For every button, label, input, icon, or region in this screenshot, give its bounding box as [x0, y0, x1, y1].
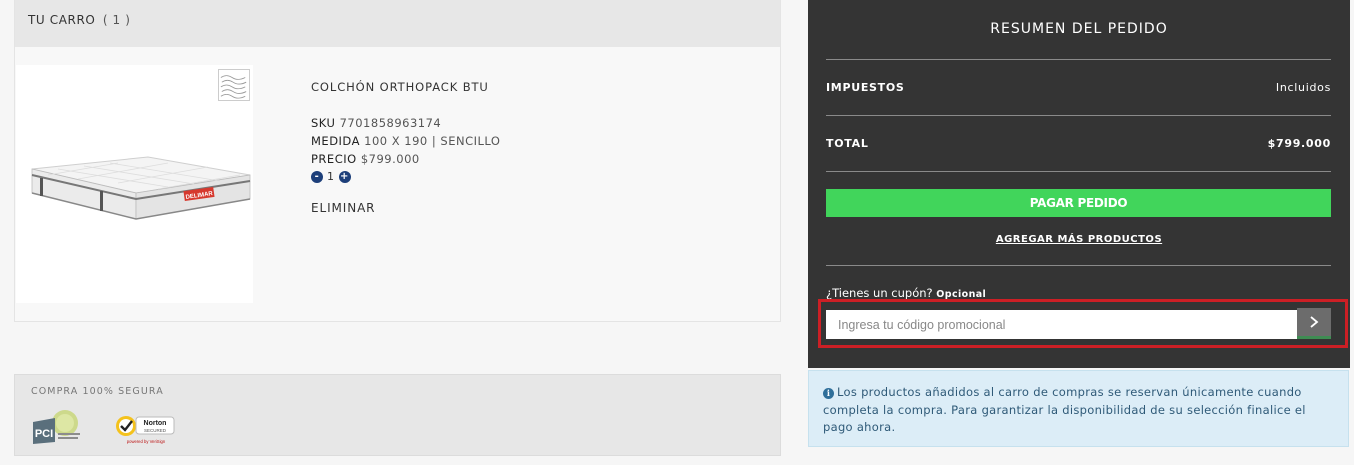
decrease-quantity-button[interactable]: -	[311, 170, 323, 183]
remove-item-link[interactable]: ELIMINAR	[311, 201, 500, 215]
product-image[interactable]: DELIMAR	[16, 65, 253, 303]
order-summary-panel: RESUMEN DEL PEDIDO IMPUESTOS Incluidos T…	[808, 0, 1350, 368]
total-value: $799.000	[1267, 137, 1331, 150]
cart-panel: TU CARRO ( 1 ) DELIMAR COLCHÓN ORTHOPACK…	[14, 0, 781, 322]
add-more-products-link[interactable]: AGREGAR MÁS PRODUCTOS	[808, 234, 1350, 245]
apply-coupon-button[interactable]	[1297, 308, 1331, 339]
divider	[826, 171, 1331, 172]
chevron-right-icon	[1310, 316, 1319, 328]
sku-label: SKU	[311, 116, 336, 130]
increase-quantity-button[interactable]: +	[338, 170, 351, 183]
price-label: PRECIO	[311, 152, 357, 166]
divider	[826, 59, 1331, 60]
product-info: COLCHÓN ORTHOPACK BTU SKU 7701858963174 …	[311, 80, 500, 215]
product-name[interactable]: COLCHÓN ORTHOPACK BTU	[311, 80, 500, 94]
quantity-value: 1	[327, 170, 335, 183]
mattress-image: DELIMAR	[18, 153, 252, 223]
total-row: TOTAL $799.000	[826, 137, 1331, 150]
norton-powered-text: powered by VeriSign	[127, 439, 166, 444]
cart-title: TU CARRO	[28, 13, 96, 27]
mattress-detail-icon	[219, 70, 249, 100]
product-thumbnail[interactable]	[218, 69, 250, 101]
pay-order-button[interactable]: PAGAR PEDIDO	[826, 189, 1331, 217]
norton-text: Norton	[144, 420, 167, 427]
cart-header: TU CARRO ( 1 )	[15, 0, 780, 47]
divider	[826, 265, 1331, 266]
norton-sub-text: SECURED	[144, 428, 167, 433]
order-summary-title: RESUMEN DEL PEDIDO	[990, 21, 1168, 37]
secure-purchase-title: COMPRA 100% SEGURA	[31, 386, 164, 397]
size-value: 100 X 190 | SENCILLO	[364, 134, 501, 148]
product-price: PRECIO $799.000	[311, 150, 500, 168]
divider	[826, 115, 1331, 116]
taxes-label: IMPUESTOS	[826, 81, 905, 94]
price-value: $799.000	[360, 152, 420, 166]
norton-secured-logo-icon: Norton SECURED powered by VeriSign	[115, 412, 177, 446]
size-label: MEDIDA	[311, 134, 360, 148]
coupon-code-input[interactable]	[826, 310, 1297, 339]
sku-value: 7701858963174	[339, 116, 442, 130]
coupon-question: ¿Tienes un cupón?	[826, 286, 933, 300]
total-label: TOTAL	[826, 137, 869, 150]
taxes-value: Incluidos	[1275, 81, 1331, 94]
notice-text: Los productos añadidos al carro de compr…	[823, 385, 1306, 434]
coupon-label: ¿Tienes un cupón? Opcional	[826, 286, 986, 300]
reservation-notice: i Los productos añadidos al carro de comp…	[808, 370, 1349, 447]
secure-purchase-panel: COMPRA 100% SEGURA PCI Norton SECURED po…	[14, 374, 781, 456]
quantity-stepper: - 1 +	[311, 170, 500, 183]
pci-text: PCI	[35, 428, 53, 440]
pci-logo-icon: PCI	[31, 408, 85, 446]
cart-count: ( 1 )	[102, 13, 131, 27]
product-size: MEDIDA 100 X 190 | SENCILLO	[311, 132, 500, 150]
product-sku: SKU 7701858963174	[311, 114, 500, 132]
info-icon: i	[823, 388, 834, 399]
taxes-row: IMPUESTOS Incluidos	[826, 81, 1331, 94]
